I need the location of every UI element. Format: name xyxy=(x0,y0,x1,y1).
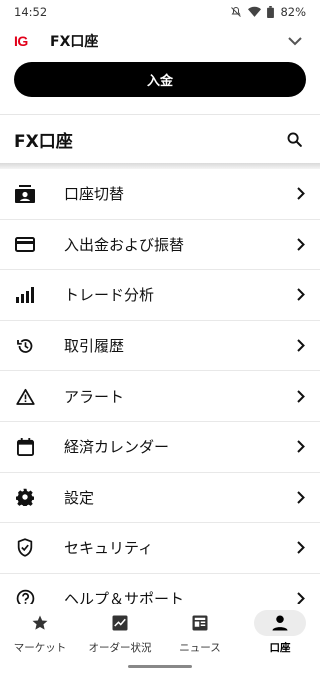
trend-chart-icon xyxy=(94,610,146,636)
status-icons: 82% xyxy=(230,5,306,19)
status-time: 14:52 xyxy=(14,5,48,19)
menu-item-label: 設定 xyxy=(64,488,95,507)
battery-icon xyxy=(267,6,275,18)
chevron-down-icon[interactable] xyxy=(284,30,306,52)
menu-item-settings[interactable]: 設定 xyxy=(0,473,320,524)
chevron-right-icon xyxy=(294,185,308,203)
gear-icon xyxy=(14,486,36,508)
nav-tab-account[interactable]: 口座 xyxy=(240,604,320,660)
nav-label: ニュース xyxy=(179,642,221,654)
menu-item-security[interactable]: セキュリティ xyxy=(0,523,320,574)
bar-chart-icon xyxy=(14,284,36,306)
status-bar: 14:52 82% xyxy=(0,0,320,24)
search-icon[interactable] xyxy=(282,127,306,151)
menu-item-account-switch[interactable]: 口座切替 xyxy=(0,169,320,220)
ig-logo: IG xyxy=(14,33,28,49)
chevron-right-icon xyxy=(294,286,308,304)
chevron-right-icon xyxy=(294,488,308,506)
home-indicator[interactable] xyxy=(128,665,192,668)
menu-item-label: 経済カレンダー xyxy=(64,438,170,457)
menu-item-label: アラート xyxy=(64,387,125,406)
account-switch-icon xyxy=(14,183,36,205)
nav-tab-markets[interactable]: マーケット xyxy=(0,604,80,660)
menu-item-alerts[interactable]: アラート xyxy=(0,371,320,422)
menu-item-economic-calendar[interactable]: 経済カレンダー xyxy=(0,422,320,473)
menu-item-trade-history[interactable]: 取引履歴 xyxy=(0,321,320,372)
section-header: FX口座 xyxy=(0,115,320,163)
person-icon xyxy=(254,610,306,636)
history-icon xyxy=(14,335,36,357)
menu-item-trade-analysis[interactable]: トレード分析 xyxy=(0,270,320,321)
shield-check-icon xyxy=(14,537,36,559)
nav-label: マーケット xyxy=(13,642,67,654)
app-header: IG FX口座 xyxy=(0,26,320,56)
deposit-button[interactable]: 入金 xyxy=(14,62,306,97)
menu-item-label: セキュリティ xyxy=(64,539,154,558)
nav-label: オーダー状況 xyxy=(88,642,152,654)
menu-item-label: 口座切替 xyxy=(64,185,125,204)
section-title: FX口座 xyxy=(14,131,73,152)
nav-tab-orders[interactable]: オーダー状況 xyxy=(80,604,160,660)
chevron-right-icon xyxy=(294,337,308,355)
menu-item-deposit-withdraw[interactable]: 入出金および振替 xyxy=(0,220,320,271)
notifications-off-icon xyxy=(230,6,242,18)
account-menu: 口座切替 入出金および振替 トレード分析 取引履歴 アラート 経済カレンダー 設… xyxy=(0,169,320,625)
calendar-icon xyxy=(14,436,36,458)
chevron-right-icon xyxy=(294,438,308,456)
menu-item-label: 取引履歴 xyxy=(64,337,125,356)
credit-card-icon xyxy=(14,233,36,255)
menu-item-label: 入出金および振替 xyxy=(64,235,185,254)
nav-tab-news[interactable]: ニュース xyxy=(160,604,240,660)
account-title[interactable]: FX口座 xyxy=(50,31,284,51)
nav-label: 口座 xyxy=(269,642,291,654)
newspaper-icon xyxy=(174,610,226,636)
warning-icon xyxy=(14,385,36,407)
bottom-navigation: マーケット オーダー状況 ニュース 口座 xyxy=(0,604,320,675)
chevron-right-icon xyxy=(294,387,308,405)
menu-item-label: トレード分析 xyxy=(64,286,155,305)
star-icon xyxy=(14,610,66,636)
wifi-icon xyxy=(248,6,262,18)
battery-percentage: 82% xyxy=(280,5,306,19)
chevron-right-icon xyxy=(294,539,308,557)
chevron-right-icon xyxy=(294,235,308,253)
